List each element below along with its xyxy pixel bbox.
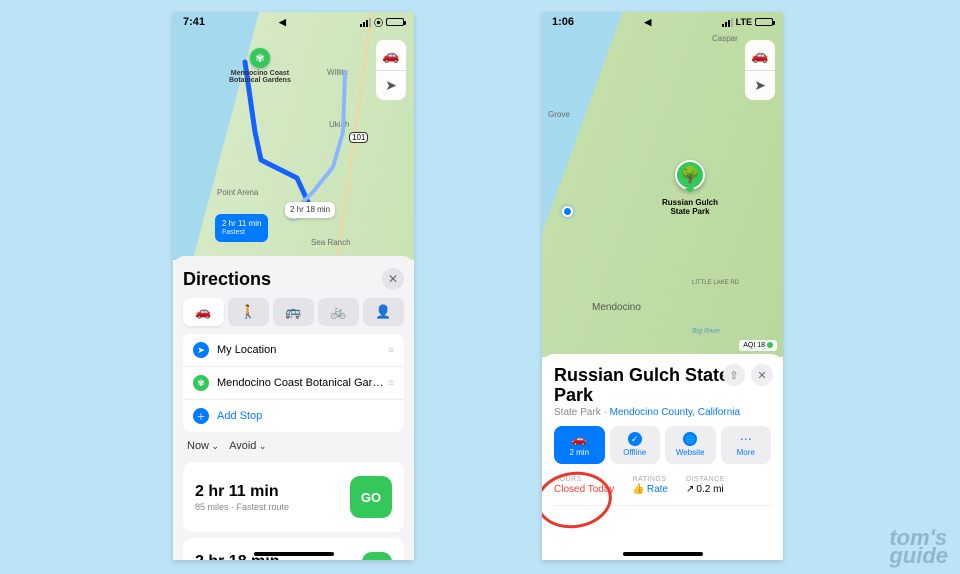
- distance-icon: ↗: [686, 484, 694, 495]
- route-callout-alt[interactable]: 2 hr 18 min: [285, 202, 335, 218]
- add-stop-button[interactable]: ＋ Add Stop: [183, 400, 404, 432]
- screenshot-directions: 7:41 ◀ ⦿ 101 Willits Ukiah Point Arena S…: [173, 12, 414, 560]
- flower-icon: ✾: [255, 52, 264, 65]
- ratings-info[interactable]: RATINGS 👍Rate: [632, 476, 668, 495]
- car-icon: 🚗: [572, 432, 587, 446]
- drag-handle-icon[interactable]: ≡: [388, 345, 394, 356]
- location-arrow-icon: ➤: [385, 77, 397, 94]
- status-time: 1:06: [552, 16, 574, 28]
- signal-icon: [722, 18, 733, 27]
- website-button[interactable]: 🌐 Website: [665, 426, 716, 464]
- directions-panel: Directions ✕ 🚗 🚶 🚌 🚲 👤 ➤ My Location ≡ ✾…: [173, 256, 414, 560]
- close-icon: ✕: [388, 272, 398, 286]
- mode-transit[interactable]: 🚌: [273, 298, 314, 326]
- lte-label: LTE: [736, 17, 752, 27]
- screenshot-place-card: 1:06 ◀ LTE Caspar Grove Mendocino LITTLE…: [542, 12, 783, 560]
- location-icon: ➤: [193, 342, 209, 358]
- globe-icon: 🌐: [683, 432, 697, 446]
- avoid-button[interactable]: Avoid: [229, 440, 266, 452]
- hours-info: HOURS Closed Today: [554, 476, 614, 495]
- travel-mode-tabs: 🚗 🚶 🚌 🚲 👤: [183, 298, 404, 326]
- mode-ride[interactable]: 👤: [363, 298, 404, 326]
- signal-icon: [360, 18, 371, 27]
- close-button[interactable]: ✕: [751, 364, 773, 386]
- status-bar: 7:41 ◀ ⦿: [173, 12, 414, 32]
- aqi-dot-icon: [767, 342, 773, 348]
- route-result-1[interactable]: 2 hr 11 min 85 miles · Fastest route GO: [183, 462, 404, 532]
- mode-cycle[interactable]: 🚲: [318, 298, 359, 326]
- check-icon: ✓: [628, 432, 642, 446]
- wifi-icon: ⦿: [374, 16, 383, 29]
- place-info-row: HOURS Closed Today RATINGS 👍Rate DISTANC…: [554, 474, 771, 506]
- map-locate-button[interactable]: ➤: [376, 70, 406, 100]
- route-result-2[interactable]: 2 hr 18 min: [183, 538, 404, 560]
- map-mode-button[interactable]: 🚗: [376, 40, 406, 70]
- waypoint-to[interactable]: ✾ Mendocino Coast Botanical Gard… ≡: [183, 367, 404, 400]
- destination-icon: ✾: [193, 375, 209, 391]
- home-indicator[interactable]: [254, 552, 334, 556]
- waypoint-from[interactable]: ➤ My Location ≡: [183, 334, 404, 367]
- close-button[interactable]: ✕: [382, 268, 404, 290]
- status-time: 7:41: [183, 16, 205, 28]
- battery-icon: [386, 18, 404, 26]
- aqi-badge[interactable]: AQI 18: [739, 340, 777, 351]
- more-button[interactable]: ⋯ More: [721, 426, 772, 464]
- map-view[interactable]: 101 Willits Ukiah Point Arena Sea Ranch …: [173, 12, 414, 260]
- plus-icon: ＋: [193, 408, 209, 424]
- place-card: ⇧ ✕ Russian Gulch State Park State Park …: [542, 354, 783, 560]
- place-subtitle: State Park · Mendocino County, Californi…: [554, 407, 771, 418]
- drag-handle-icon[interactable]: ≡: [388, 378, 394, 389]
- panel-title: Directions: [183, 269, 271, 290]
- route-callout-fastest[interactable]: 2 hr 11 min Fastest: [215, 214, 268, 242]
- go-button[interactable]: [362, 552, 392, 560]
- close-icon: ✕: [757, 369, 766, 382]
- depart-time-button[interactable]: Now: [187, 440, 219, 452]
- watermark: tom'sguide: [889, 529, 948, 566]
- location-arrow-icon: ➤: [754, 77, 766, 94]
- home-indicator[interactable]: [623, 552, 703, 556]
- distance-info: DISTANCE ↗0.2 mi: [686, 476, 725, 495]
- map-locate-button[interactable]: ➤: [745, 70, 775, 100]
- map-mode-button[interactable]: 🚗: [745, 40, 775, 70]
- status-bar: 1:06 ◀ LTE: [542, 12, 783, 32]
- battery-icon: [755, 18, 773, 26]
- current-location-dot: [562, 206, 573, 217]
- tree-icon: 🌳: [680, 165, 700, 185]
- place-pin[interactable]: 🌳 Russian Gulch State Park: [662, 160, 718, 216]
- thumbs-up-icon: 👍: [632, 484, 644, 495]
- place-actions: 🚗 2 min ✓ Offline 🌐 Website ⋯ More: [554, 426, 771, 464]
- region-link[interactable]: Mendocino County, California: [610, 407, 740, 418]
- ellipsis-icon: ⋯: [740, 432, 752, 446]
- destination-pin[interactable]: ✾ Mendocino Coast Botanical Gardens: [229, 48, 291, 84]
- go-button[interactable]: GO: [350, 476, 392, 518]
- share-icon: ⇧: [729, 369, 738, 382]
- route-options: Now Avoid: [183, 440, 404, 452]
- share-button[interactable]: ⇧: [723, 364, 745, 386]
- offline-button[interactable]: ✓ Offline: [610, 426, 661, 464]
- map-view[interactable]: Caspar Grove Mendocino LITTLE LAKE RD Bi…: [542, 12, 783, 357]
- waypoints-list: ➤ My Location ≡ ✾ Mendocino Coast Botani…: [183, 334, 404, 432]
- mode-drive[interactable]: 🚗: [183, 298, 224, 326]
- mode-walk[interactable]: 🚶: [228, 298, 269, 326]
- directions-button[interactable]: 🚗 2 min: [554, 426, 605, 464]
